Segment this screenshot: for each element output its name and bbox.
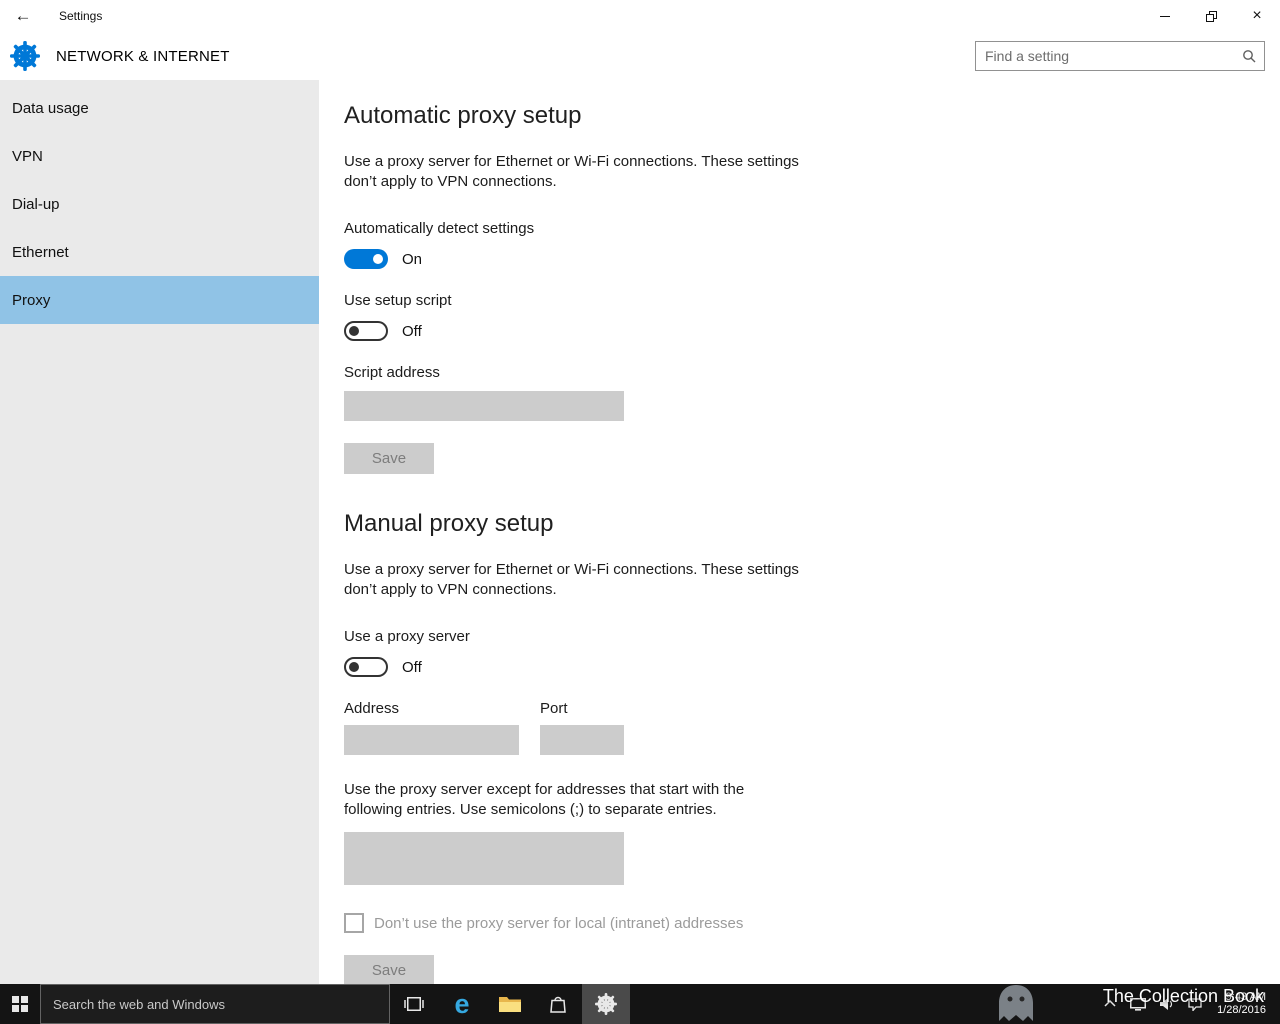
main-content: Automatic proxy setup Use a proxy server… [319,80,1280,984]
proxy-exceptions-input[interactable] [344,832,624,885]
sidebar: Data usage VPN Dial-up Ethernet Proxy [0,80,319,984]
system-tray: 9:43 AM 1/28/2016 [1097,984,1280,1024]
address-port-row: Address Port [344,700,1280,755]
tray-show-hidden-icons-button[interactable] [1097,984,1123,1024]
search-button[interactable] [1234,42,1264,70]
settings-gear-icon [10,41,40,71]
use-proxy-toggle-row: Off [344,657,1280,677]
toggle-knob [349,662,359,672]
store-button[interactable] [534,984,582,1024]
automatic-save-button[interactable]: Save [344,443,434,474]
port-input[interactable] [540,725,624,755]
tray-action-center-button[interactable] [1181,984,1209,1024]
page-title: NETWORK & INTERNET [56,47,230,65]
window-controls: × [1142,0,1280,32]
automatic-proxy-description: Use a proxy server for Ethernet or Wi-Fi… [344,153,799,190]
use-proxy-server-label: Use a proxy server [344,628,470,645]
script-address-input[interactable] [344,391,624,421]
proxy-exceptions-text: Use the proxy server except for addresse… [344,781,745,818]
detect-settings-toggle[interactable] [344,249,388,269]
setup-script-toggle[interactable] [344,321,388,341]
setup-script-state: Off [402,322,422,340]
start-button[interactable] [0,984,40,1024]
port-label: Port [540,700,568,717]
sidebar-item-vpn[interactable]: VPN [0,132,319,180]
edge-browser-button[interactable]: e [438,984,486,1024]
window-title: Settings [59,9,103,23]
minimize-button[interactable] [1142,0,1188,32]
automatic-proxy-heading: Automatic proxy setup [344,102,582,129]
clock-time: 9:43 AM [1225,991,1266,1003]
manual-proxy-heading: Manual proxy setup [344,510,554,537]
minimize-icon [1160,15,1170,17]
settings-gear-icon [595,993,617,1015]
address-label: Address [344,700,400,717]
taskbar: e [0,984,1280,1024]
close-icon: × [1252,7,1262,24]
sidebar-item-dial-up[interactable]: Dial-up [0,180,319,228]
detect-settings-state: On [402,250,423,268]
back-arrow-icon: ← [14,6,32,25]
network-icon [1130,997,1147,1011]
tray-network-button[interactable] [1123,984,1153,1024]
file-explorer-icon [499,997,521,1012]
taskbar-searchbox [40,984,390,1024]
task-view-icon [404,997,424,1011]
file-explorer-button[interactable] [486,984,534,1024]
edge-icon: e [454,988,470,1019]
app-body: Data usage VPN Dial-up Ethernet Proxy Au… [0,80,1280,984]
windows-logo-icon [12,996,28,1012]
toggle-knob [373,254,383,264]
search-icon [1243,50,1256,63]
titlebar: ← Settings × [0,0,1280,32]
app-header: NETWORK & INTERNET [0,32,1280,80]
address-column: Address [344,700,519,755]
use-proxy-server-state: Off [402,658,422,676]
speaker-icon [1160,998,1173,1010]
clock-date: 1/28/2016 [1217,1004,1266,1016]
detect-settings-label: Automatically detect settings [344,220,535,237]
use-proxy-server-toggle[interactable] [344,657,388,677]
local-addresses-checkbox-label: Don’t use the proxy server for local (in… [374,914,744,932]
find-setting-input[interactable] [976,42,1234,70]
chevron-up-icon [1104,1000,1116,1007]
close-button[interactable]: × [1234,0,1280,32]
settings-app-button[interactable] [582,984,630,1024]
store-bag-icon [550,996,566,1013]
task-view-button[interactable] [390,984,438,1024]
manual-proxy-description: Use a proxy server for Ethernet or Wi-Fi… [344,561,799,598]
tray-volume-button[interactable] [1153,984,1181,1024]
sidebar-item-data-usage[interactable]: Data usage [0,84,319,132]
action-center-icon [1188,997,1202,1011]
detect-settings-toggle-row: On [344,249,1280,269]
taskbar-search-input[interactable] [41,985,389,1023]
taskbar-clock[interactable]: 9:43 AM 1/28/2016 [1209,991,1272,1017]
sidebar-item-proxy[interactable]: Proxy [0,276,319,324]
script-address-label: Script address [344,364,440,381]
maximize-restore-button[interactable] [1188,0,1234,32]
address-input[interactable] [344,725,519,755]
sidebar-item-ethernet[interactable]: Ethernet [0,228,319,276]
restore-icon [1205,10,1217,22]
manual-save-button[interactable]: Save [344,955,434,984]
local-addresses-checkbox-row: Don’t use the proxy server for local (in… [344,913,1280,933]
toggle-knob [349,326,359,336]
setup-script-toggle-row: Off [344,321,1280,341]
find-setting-searchbox [975,41,1265,71]
back-button[interactable]: ← [0,0,46,32]
setup-script-label: Use setup script [344,292,452,309]
local-addresses-checkbox[interactable] [344,913,364,933]
port-column: Port [540,700,624,755]
